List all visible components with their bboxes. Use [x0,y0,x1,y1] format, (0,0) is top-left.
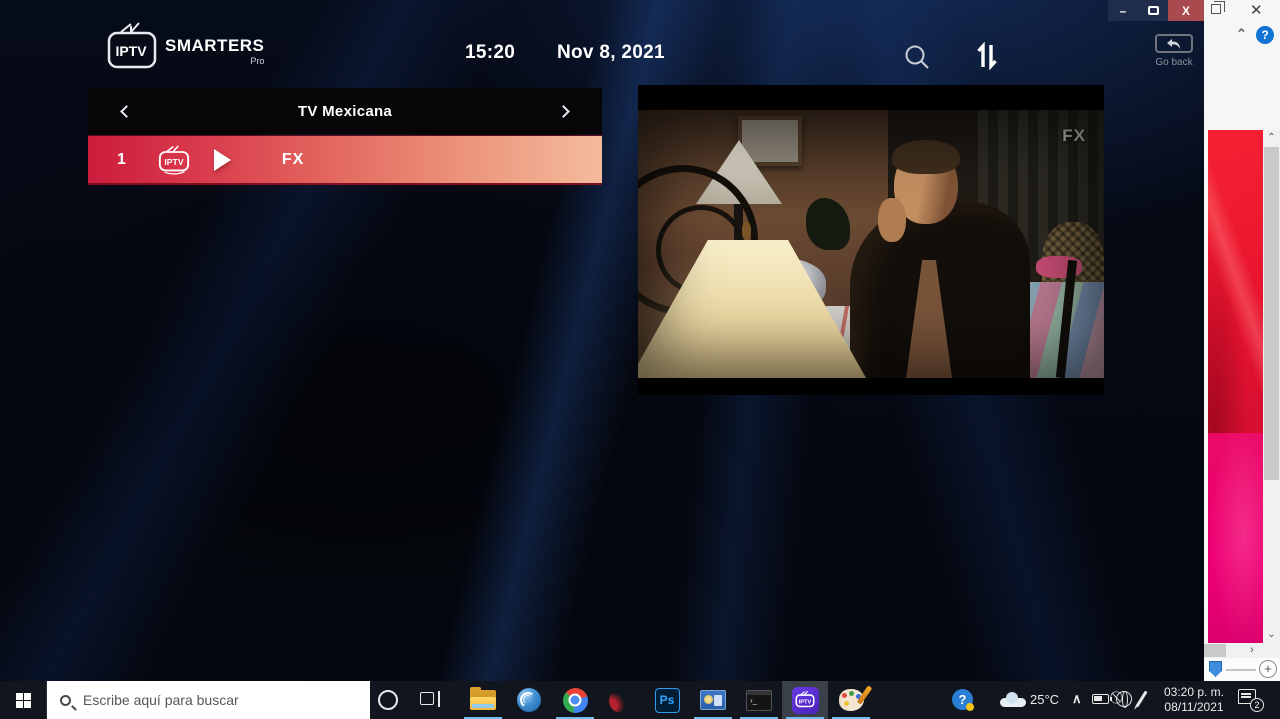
category-header: TV Mexicana [88,88,602,134]
category-title: TV Mexicana [298,103,392,120]
tv-logo-icon: IPTV [103,20,161,72]
pen-icon[interactable] [1135,691,1147,708]
search-input[interactable] [83,692,343,708]
channel-number: 1 [117,151,126,169]
zoom-slider-track[interactable] [1226,669,1256,671]
svg-text:IPTV: IPTV [799,699,812,705]
channel-row[interactable]: 1 IPTV FX [88,135,602,185]
photo-viewer-window: ✕ ⌃ ? ⌃ ⌄ › + [1204,0,1280,681]
windows-logo-icon [16,693,31,708]
file-explorer-icon[interactable] [460,681,506,719]
back-arrow-icon [1165,38,1183,50]
close-button[interactable]: X [1168,0,1204,21]
clock-time: 15:20 [465,42,515,64]
vertical-scroll-thumb[interactable] [1264,147,1279,480]
clock-date: Nov 8, 2021 [557,42,665,64]
scroll-right-icon[interactable]: › [1250,643,1254,658]
tray-date: 08/11/2021 [1158,700,1230,715]
go-back-label: Go back [1146,57,1202,68]
taskbar-search[interactable] [46,681,370,719]
system-app-icon[interactable] [690,681,736,719]
windows-taskbar: Ps IPTV ? 25°C [0,681,1280,719]
tray-time: 03:20 p. m. [1158,685,1230,700]
brand-sub-text: Pro [165,56,264,66]
screen: – X Go back IPTV SMARTERS P [0,0,1280,719]
next-category-icon[interactable] [557,105,570,118]
search-magnifier-icon [60,695,71,706]
window-controls: – X [1108,0,1204,21]
battery-icon[interactable] [1092,694,1109,704]
iptv-smarters-taskbar-icon[interactable]: IPTV [782,681,828,719]
paint-palette-icon[interactable] [828,681,874,719]
weather-cloud-icon[interactable] [1000,692,1026,707]
play-icon[interactable] [214,149,231,171]
svg-text:IPTV: IPTV [164,156,183,166]
restore-window-icon[interactable] [1211,4,1221,14]
horizontal-scrollbar[interactable]: › [1204,643,1280,658]
zoom-slider-handle[interactable] [1209,661,1222,677]
command-prompt-icon[interactable] [736,681,782,719]
tray-clock[interactable]: 03:20 p. m. 08/11/2021 [1158,685,1230,715]
scroll-down-icon[interactable]: ⌄ [1263,627,1280,643]
action-center-icon[interactable]: 2 [1238,689,1262,710]
horizontal-scroll-thumb[interactable] [1204,644,1226,657]
get-help-tray-icon[interactable]: ? [952,689,973,710]
cortana-icon[interactable] [378,690,398,710]
task-view-icon[interactable] [420,691,440,708]
photo-red-area [1208,130,1267,433]
sort-icon[interactable] [974,41,1000,71]
photo-pink-area [1208,433,1267,657]
hidden-icons-chevron[interactable]: ∧ [1072,691,1082,707]
network-globe-icon[interactable] [1116,691,1132,707]
go-back-button[interactable]: Go back [1146,34,1202,68]
channel-logo-icon: IPTV [156,144,192,176]
go-back-box [1155,34,1193,53]
firefox-icon[interactable] [598,681,644,719]
brand-text: SMARTERS [165,36,264,56]
video-frame: FX [638,110,1104,378]
scene-vignette [638,110,1104,378]
notification-badge: 2 [1250,698,1264,712]
scroll-up-icon[interactable]: ⌃ [1263,130,1280,146]
start-button[interactable] [0,681,46,719]
help-icon[interactable]: ? [1256,26,1274,44]
channel-name: FX [282,151,304,169]
vertical-scrollbar[interactable]: ⌃ ⌄ [1263,130,1280,643]
zoom-in-button[interactable]: + [1259,660,1277,678]
weather-temperature[interactable]: 25°C [1030,692,1059,707]
prev-category-icon[interactable] [120,105,133,118]
winbox-icon[interactable] [506,681,552,719]
side-close-icon[interactable]: ✕ [1250,1,1263,19]
chrome-icon[interactable] [552,681,598,719]
minimize-button[interactable]: – [1108,0,1138,21]
zoom-bar: + [1204,658,1280,681]
search-icon[interactable] [903,43,931,71]
iptv-app-window: – X Go back IPTV SMARTERS P [0,0,1204,681]
video-preview[interactable]: FX [638,85,1104,395]
photo-image [1208,130,1267,657]
photoshop-icon[interactable]: Ps [644,681,690,719]
maximize-icon [1148,6,1159,15]
collapse-chevron-icon[interactable]: ⌃ [1236,26,1247,42]
maximize-button[interactable] [1138,0,1168,21]
iptv-smarters-logo: IPTV SMARTERS Pro [103,20,264,72]
svg-text:IPTV: IPTV [115,43,147,59]
